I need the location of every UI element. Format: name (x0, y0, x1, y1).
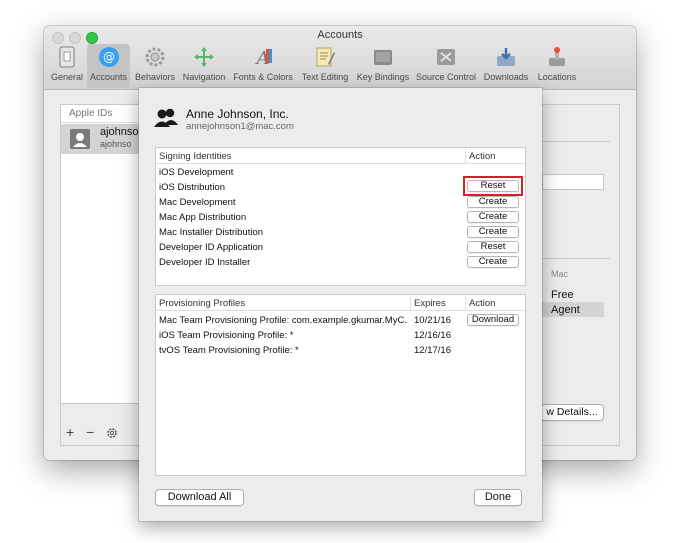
reset-developer-id-application-button[interactable]: Reset (467, 241, 519, 253)
signing-row-name: Mac Development (159, 197, 236, 208)
download-all-button[interactable]: Download All (155, 489, 244, 506)
toolbar-key-bindings[interactable]: Key Bindings (354, 44, 412, 88)
toolbar-fonts-colors[interactable]: A Fonts & Colors (230, 44, 296, 88)
detail-field[interactable] (542, 174, 604, 190)
toolbar-navigation[interactable]: Navigation (179, 44, 229, 88)
expires-column: Expires (414, 298, 446, 309)
divider (542, 141, 610, 142)
key-bindings-icon (374, 50, 392, 65)
toolbar-source-control[interactable]: Source Control (414, 44, 478, 88)
team-email: annejohnson1@mac.com (186, 121, 294, 132)
accounts-icon: @ (98, 47, 119, 67)
create-mac-installer-distribution-button[interactable]: Create (467, 226, 519, 238)
titlebar: Accounts General @ Accounts Behaviors Na… (44, 26, 636, 90)
toolbar-key-bindings-label: Key Bindings (356, 72, 410, 82)
toolbar-text-editing[interactable]: Text Editing (298, 44, 352, 88)
provisioning-profiles-table: Provisioning Profiles Expires Action Mac… (155, 294, 526, 476)
create-developer-id-installer-button[interactable]: Create (467, 256, 519, 268)
signing-identities-table: Signing Identities Action iOS Developmen… (155, 147, 526, 286)
signing-identities-column: Signing Identities (159, 151, 232, 162)
general-icon (59, 46, 75, 68)
toolbar-navigation-label: Navigation (182, 72, 226, 82)
toolbar-behaviors[interactable]: Behaviors (132, 44, 178, 88)
download-profile-button[interactable]: Download (467, 314, 519, 326)
signing-row-name: Developer ID Installer (159, 257, 251, 268)
create-mac-app-distribution-button[interactable]: Create (467, 211, 519, 223)
locations-icon (549, 47, 565, 66)
toolbar-general-label: General (50, 72, 84, 82)
signing-row-name: Mac Installer Distribution (159, 227, 264, 238)
toolbar-source-control-label: Source Control (415, 72, 477, 82)
add-account-button[interactable]: + (66, 424, 74, 440)
team-icon (154, 108, 178, 127)
toolbar-behaviors-label: Behaviors (134, 72, 176, 82)
profile-row-name: Mac Team Provisioning Profile: com.examp… (159, 315, 408, 326)
profile-row-expires: 12/17/16 (414, 345, 451, 356)
done-button[interactable]: Done (474, 489, 522, 506)
signing-row-name: iOS Development (159, 167, 234, 178)
create-mac-development-button[interactable]: Create (467, 196, 519, 208)
navigation-icon (194, 47, 214, 67)
profile-row-name: tvOS Team Provisioning Profile: * (159, 345, 299, 356)
view-details-button[interactable]: w Details... (540, 404, 604, 421)
column-divider (465, 295, 466, 311)
behaviors-icon (145, 47, 165, 67)
column-divider (465, 148, 466, 164)
toolbar-general[interactable]: General (48, 44, 86, 88)
user-avatar-icon (70, 129, 90, 149)
column-header-mac: Mac (551, 269, 569, 279)
apple-id-name: ajohnso (100, 126, 139, 138)
downloads-icon (497, 48, 515, 66)
toolbar-locations-label: Locations (537, 72, 577, 82)
column-divider (410, 295, 411, 311)
window-title: Accounts (317, 29, 363, 41)
signing-row-name: iOS Distribution (159, 182, 225, 193)
divider (542, 258, 610, 259)
signing-row-name: Mac App Distribution (159, 212, 247, 223)
svg-text:@: @ (103, 50, 115, 64)
profiles-action-column: Action (469, 298, 496, 309)
provisioning-profiles-column: Provisioning Profiles (159, 298, 246, 309)
source-control-icon (437, 49, 455, 65)
toolbar-locations[interactable]: Locations (534, 44, 580, 88)
toolbar-fonts-colors-label: Fonts & Colors (233, 72, 293, 82)
team-name: Anne Johnson, Inc. (186, 107, 289, 121)
toolbar-text-editing-label: Text Editing (301, 72, 349, 82)
remove-account-button[interactable]: − (86, 424, 94, 440)
account-sheet: Anne Johnson, Inc. annejohnson1@mac.com … (139, 88, 542, 521)
profile-row-expires: 12/16/16 (414, 330, 451, 341)
highlight-box (463, 176, 523, 196)
toolbar-accounts-label: Accounts (89, 72, 128, 82)
apple-id-email: ajohnso (100, 139, 132, 149)
toolbar-downloads[interactable]: Downloads (480, 44, 532, 88)
profile-row-name: iOS Team Provisioning Profile: * (159, 330, 294, 341)
gear-icon[interactable] (106, 427, 118, 439)
team-role-agent: Agent (551, 304, 580, 316)
team-type-free: Free (551, 289, 574, 301)
toolbar-downloads-label: Downloads (483, 72, 529, 82)
toolbar-accounts[interactable]: @ Accounts (87, 44, 130, 88)
text-editing-icon (316, 47, 335, 67)
signing-action-column: Action (469, 151, 496, 162)
fonts-colors-icon: A (255, 48, 272, 68)
signing-row-name: Developer ID Application (159, 242, 264, 253)
profile-row-expires: 10/21/16 (414, 315, 451, 326)
